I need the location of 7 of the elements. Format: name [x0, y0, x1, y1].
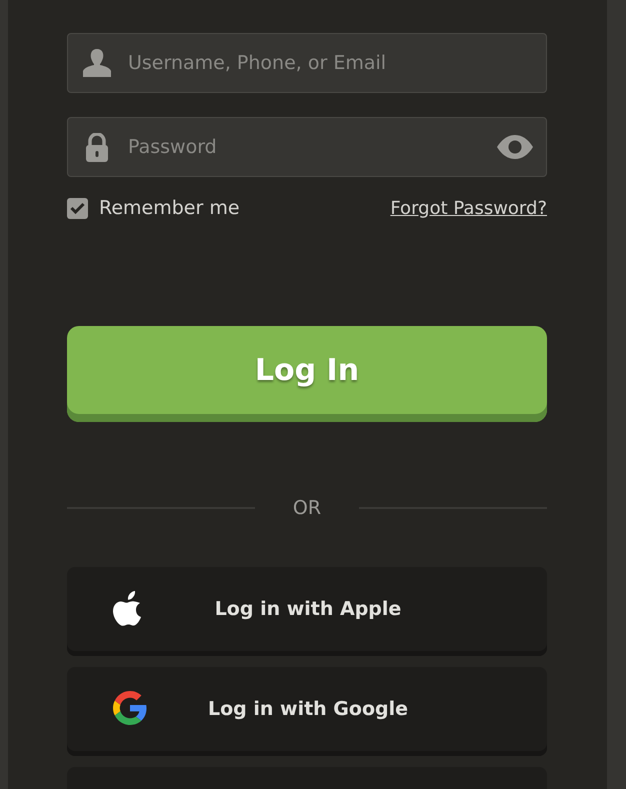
- password-field[interactable]: Password: [67, 117, 547, 177]
- remember-me-label: Remember me: [99, 197, 240, 219]
- username-field[interactable]: Username, Phone, or Email: [67, 33, 547, 93]
- forgot-password-link[interactable]: Forgot Password?: [390, 198, 547, 218]
- social-login-button[interactable]: Log in with Google: [67, 667, 547, 756]
- divider-text: OR: [292, 497, 322, 519]
- social-login-button[interactable]: Log in with Apple: [67, 567, 547, 656]
